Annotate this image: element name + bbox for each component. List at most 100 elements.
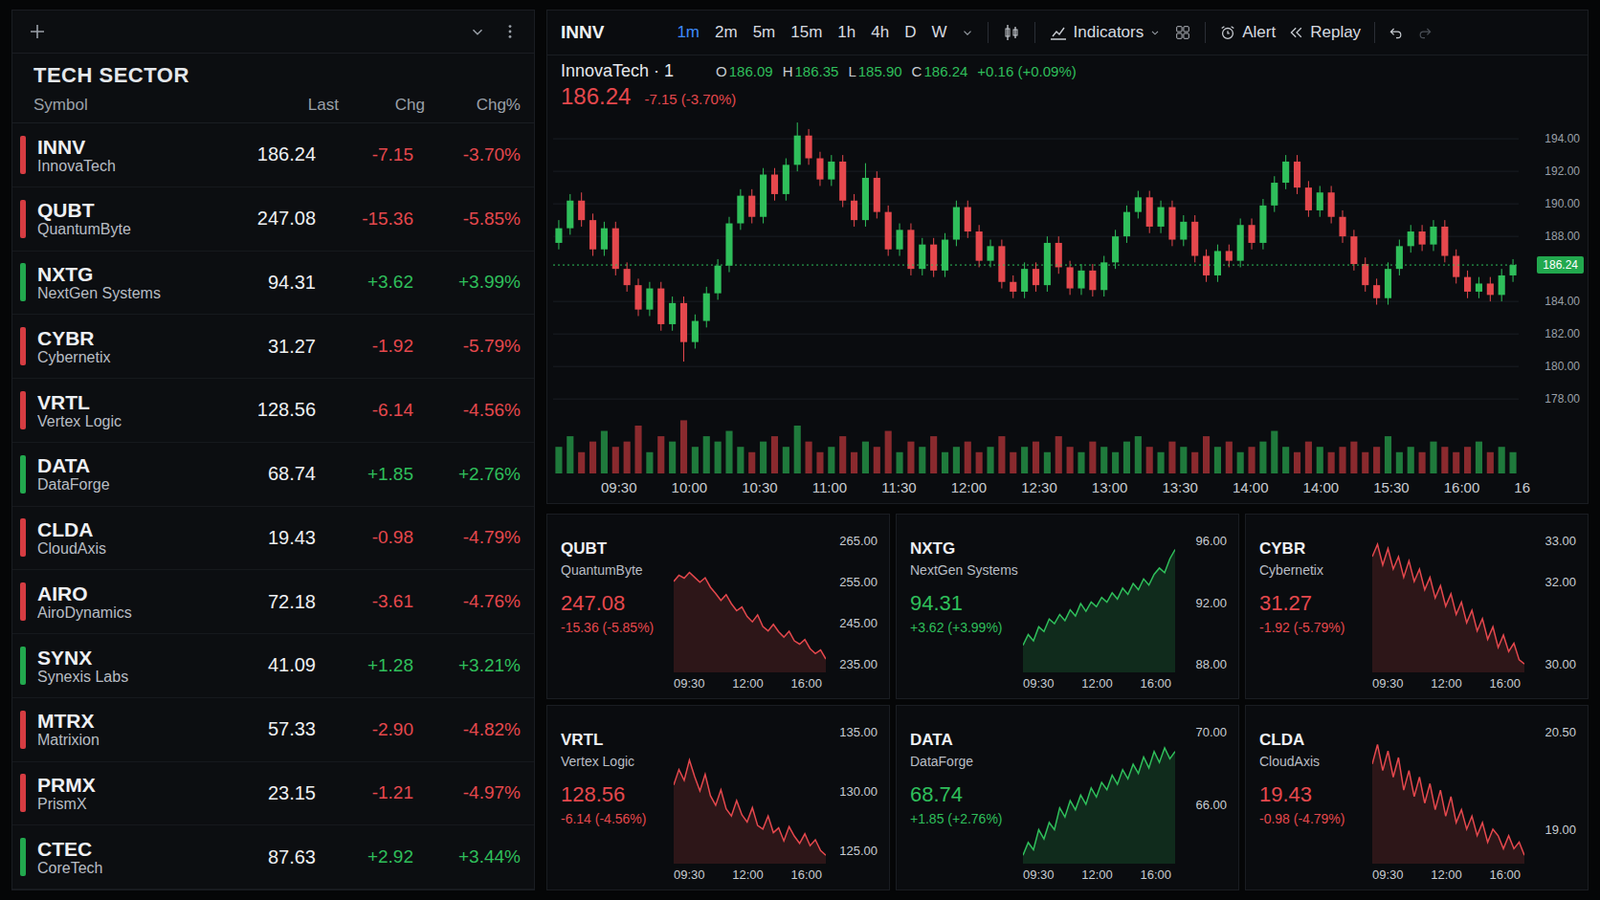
candle bbox=[645, 282, 653, 317]
volume-bar bbox=[1044, 452, 1051, 474]
line-chart[interactable] bbox=[1372, 532, 1525, 673]
axis-tick: 16:00 bbox=[790, 676, 823, 691]
column-label[interactable]: Symbol bbox=[33, 95, 234, 115]
candle bbox=[1168, 200, 1176, 247]
candle bbox=[1021, 262, 1028, 298]
watchlist-row[interactable]: MTRXMatrixion57.33-2.90-4.82% bbox=[12, 698, 534, 763]
trend-bar bbox=[20, 646, 26, 686]
mini-chart-card[interactable]: VRTLVertex Logic128.56-6.14 (-4.56%)135.… bbox=[546, 705, 890, 891]
watchlist-row[interactable]: AIROAiroDynamics72.18-3.61-4.76% bbox=[12, 570, 534, 635]
watchlist-row[interactable]: NXTGNextGen Systems94.31+3.62+3.99% bbox=[12, 251, 534, 316]
column-label[interactable]: Chg% bbox=[424, 95, 521, 115]
company-name: QuantumByte bbox=[560, 562, 667, 578]
watchlist-row[interactable]: PRMXPrismX23.15-1.21-4.97% bbox=[12, 762, 534, 827]
line-chart[interactable] bbox=[1022, 723, 1176, 865]
symbol: CTEC bbox=[37, 838, 200, 861]
candle bbox=[748, 189, 756, 224]
axis-tick: 265.00 bbox=[839, 533, 878, 548]
layout-grid-icon[interactable] bbox=[1174, 23, 1192, 42]
timeframe-button[interactable]: W bbox=[929, 21, 949, 45]
axis-tick: 20.50 bbox=[1544, 724, 1577, 739]
volume-bar bbox=[1510, 452, 1517, 474]
change-percent: -3.70% bbox=[424, 144, 521, 166]
redo-icon[interactable] bbox=[1417, 24, 1433, 41]
watchlist-row[interactable]: VRTLVertex Logic128.56-6.14-4.56% bbox=[12, 378, 534, 444]
mini-chart-card[interactable]: CLDACloudAxis19.43-0.98 (-4.79%)20.5019.… bbox=[1244, 705, 1589, 891]
chart-area: INNV 1m 2m 5m 15m 1h 4h DW Indicators Alert Rep… bbox=[546, 9, 1589, 891]
candle bbox=[1191, 215, 1199, 263]
company-name: Synexis Labs bbox=[37, 668, 200, 687]
axis-tick: 16:00 bbox=[1488, 676, 1521, 691]
axis-tick: 13:00 bbox=[1091, 479, 1129, 496]
trend-bar bbox=[20, 774, 26, 813]
candle bbox=[1055, 236, 1063, 274]
volume-bar bbox=[645, 452, 653, 474]
volume-bar bbox=[964, 442, 972, 474]
timeframe-button[interactable]: 2m bbox=[712, 21, 740, 45]
line-chart[interactable] bbox=[673, 532, 826, 673]
axis-tick: 192.00 bbox=[1544, 164, 1580, 178]
candle bbox=[1305, 180, 1312, 217]
chevron-down-icon[interactable] bbox=[960, 25, 975, 40]
symbol-cell: NXTGNextGen Systems bbox=[37, 263, 200, 303]
chevron-down-icon[interactable] bbox=[468, 22, 487, 41]
axis-tick: 245.00 bbox=[839, 616, 878, 631]
price-axis: 70.0066.00 bbox=[1175, 723, 1229, 865]
price-axis: 265.00255.00245.00235.00 bbox=[825, 532, 880, 673]
price: 247.08 bbox=[560, 591, 667, 617]
candles-icon[interactable] bbox=[1001, 22, 1022, 43]
volume-bar bbox=[1282, 446, 1289, 474]
watchlist-row[interactable]: CYBRCybernetix31.27-1.92-5.79% bbox=[12, 314, 534, 379]
line-chart[interactable] bbox=[673, 723, 826, 865]
change-percent: -4.79% bbox=[424, 527, 521, 549]
column-label[interactable]: Last bbox=[233, 95, 339, 115]
rewind-icon bbox=[1288, 24, 1305, 41]
candle bbox=[657, 282, 665, 332]
mini-chart-card[interactable]: NXTGNextGen Systems94.31+3.62 (+3.99%)96… bbox=[895, 513, 1240, 700]
replay-button[interactable]: Replay bbox=[1288, 22, 1361, 43]
price-chart[interactable]: 194.00192.00190.00188.00184.00182.00180.… bbox=[547, 111, 1588, 474]
chevron-down-icon bbox=[1149, 26, 1161, 39]
line-chart[interactable] bbox=[1022, 532, 1176, 673]
more-icon[interactable] bbox=[501, 22, 519, 41]
mini-chart-card[interactable]: QUBTQuantumByte247.08-15.36 (-5.85%)265.… bbox=[546, 513, 890, 700]
plus-icon[interactable] bbox=[27, 22, 47, 42]
change-percent: -5.85% bbox=[424, 208, 521, 230]
watchlist-row[interactable]: CTECCoreTech87.63+2.92+3.44% bbox=[12, 825, 534, 890]
watchlist-row[interactable]: CLDACloudAxis19.43-0.98-4.79% bbox=[12, 507, 534, 572]
last-price: 19.43 bbox=[210, 527, 316, 550]
indicators-button[interactable]: Indicators bbox=[1048, 22, 1162, 43]
trend-bar bbox=[20, 327, 26, 366]
symbol-cell: MTRXMatrixion bbox=[37, 710, 200, 750]
watchlist-row[interactable]: DATADataForge68.74+1.85+2.76% bbox=[12, 443, 534, 508]
axis-tick: 182.00 bbox=[1544, 327, 1580, 341]
mini-chart-card[interactable]: CYBRCybernetix31.27-1.92 (-5.79%)33.0032… bbox=[1244, 513, 1589, 700]
axis-tick: 19.00 bbox=[1544, 822, 1577, 837]
undo-icon[interactable] bbox=[1388, 24, 1404, 41]
candle bbox=[862, 163, 869, 227]
candle bbox=[1100, 256, 1108, 298]
volume-bar bbox=[1270, 431, 1278, 474]
watchlist-row[interactable]: SYNXSynexis Labs41.09+1.28+3.21% bbox=[12, 634, 534, 699]
timeframe-button[interactable]: 5m bbox=[751, 21, 778, 45]
symbol-field[interactable]: INNV bbox=[560, 22, 662, 44]
timeframe-button[interactable]: 4h bbox=[868, 21, 891, 45]
mini-chart-card[interactable]: DATADataForge68.74+1.85 (+2.76%)70.0066.… bbox=[895, 705, 1240, 891]
symbol: NXTG bbox=[37, 263, 200, 286]
candlestick-plot[interactable] bbox=[553, 111, 1519, 474]
timeframe-button[interactable]: 1m bbox=[674, 21, 702, 45]
watchlist-row[interactable]: INNVInnovaTech186.24-7.15-3.70% bbox=[12, 123, 534, 188]
watchlist-row[interactable]: QUBTQuantumByte247.08-15.36-5.85% bbox=[12, 187, 534, 252]
axis-tick: 188.00 bbox=[1544, 229, 1580, 244]
company-name: InnovaTech bbox=[37, 157, 200, 176]
line-chart[interactable] bbox=[1372, 723, 1525, 865]
timeframe-button[interactable]: 15m bbox=[788, 21, 824, 45]
candle bbox=[1214, 244, 1222, 283]
timeframe-button[interactable]: 1h bbox=[835, 21, 858, 45]
price-change: -7.15 (-3.70%) bbox=[644, 90, 736, 108]
alert-button[interactable]: Alert bbox=[1219, 22, 1276, 43]
timeframe-button[interactable]: D bbox=[902, 21, 918, 45]
change: -1.92 (-5.79%) bbox=[1259, 620, 1365, 636]
axis-tick: 16 bbox=[1513, 479, 1531, 496]
column-label[interactable]: Chg bbox=[338, 95, 425, 115]
